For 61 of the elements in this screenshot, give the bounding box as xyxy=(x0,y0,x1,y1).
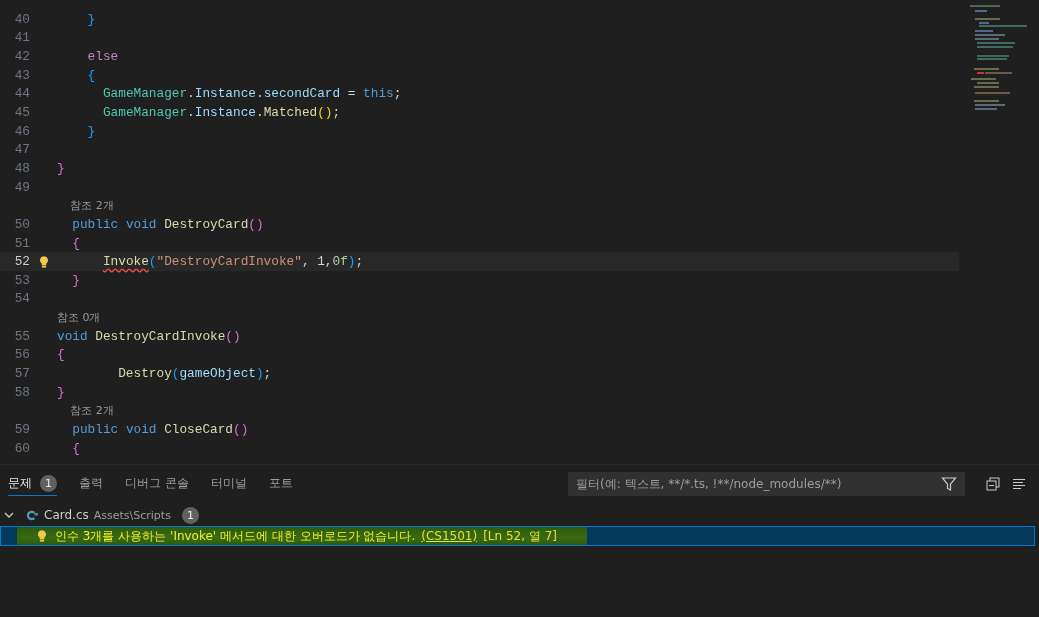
code-line: Destroy(gameObject); xyxy=(117,366,272,381)
panel-tab[interactable]: 터미널 xyxy=(210,472,247,496)
panel-tab[interactable]: 출력 xyxy=(79,472,103,496)
count-badge: 1 xyxy=(40,475,57,492)
references-link[interactable]: 참조 2개 xyxy=(70,198,114,214)
code-line: else xyxy=(86,49,119,65)
csharp-file-icon xyxy=(26,508,39,522)
count-badge: 1 xyxy=(181,506,199,524)
line-number: 55 xyxy=(13,328,30,344)
lightbulb-icon xyxy=(35,529,49,543)
panel-tab[interactable]: 문제 1 xyxy=(8,472,57,496)
file-row[interactable]: Card.cs Assets\Scripts 1 xyxy=(0,505,1039,525)
line-number: 48 xyxy=(13,160,30,176)
list-icon[interactable] xyxy=(1011,476,1027,492)
code-line: } xyxy=(86,11,96,27)
line-number: 54 xyxy=(13,291,30,307)
code-line: { xyxy=(57,347,65,363)
line-number: 58 xyxy=(13,384,30,400)
code-line: public void DestroyCard() xyxy=(71,216,264,232)
filter-field[interactable]: 필터(예: 텍스트, **/*.ts, !**/node_modules/**) xyxy=(568,472,965,496)
code-line: } xyxy=(57,384,65,400)
line-number: 42 xyxy=(13,49,30,65)
code-line: } xyxy=(71,272,80,288)
references-link[interactable]: 참조 0개 xyxy=(57,310,101,326)
code-line: { xyxy=(71,235,80,251)
line-number: 47 xyxy=(13,142,30,158)
line-number: 40 xyxy=(13,11,30,27)
code-line: { xyxy=(86,67,96,83)
line-number: 52 xyxy=(13,254,30,270)
line-number: 60 xyxy=(13,440,30,456)
line-number: 46 xyxy=(13,123,30,139)
code-line: GameManager.Instance.secondCard = this; xyxy=(101,86,402,102)
line-number: 59 xyxy=(13,421,30,437)
line-number: 53 xyxy=(13,272,30,288)
line-number: 43 xyxy=(13,67,30,83)
file-path: Assets\Scripts xyxy=(93,508,171,522)
code-line: } xyxy=(57,160,65,176)
code-line: { xyxy=(71,440,80,456)
collapse-all-icon[interactable] xyxy=(985,476,1001,492)
line-number: 56 xyxy=(13,347,30,363)
code-line: void DestroyCardInvoke() xyxy=(57,328,241,344)
code-line: Invoke("DestroyCardInvoke", 1,0f); xyxy=(101,254,364,270)
error-code-link[interactable]: (CS1501) xyxy=(421,529,478,543)
file-name: Card.cs xyxy=(44,508,89,522)
references-link[interactable]: 참조 2개 xyxy=(70,403,114,419)
line-number: 45 xyxy=(13,105,30,120)
panel-tab[interactable]: 포트 xyxy=(268,472,293,496)
line-number: 57 xyxy=(13,366,30,381)
code-line: GameManager.Instance.Matched(); xyxy=(101,105,341,120)
problem-row[interactable]: 인수 3개를 사용하는 'Invoke' 메서드에 대한 오버로드가 없습니다. (CS1501) [Ln 52, 열 7] xyxy=(0,526,1035,546)
line-number: 50 xyxy=(13,216,30,232)
line-number: 41 xyxy=(13,30,30,46)
problem-location: [Ln 52, 열 7] xyxy=(483,527,557,545)
line-number: 44 xyxy=(13,86,30,102)
filter-icon[interactable] xyxy=(941,476,957,492)
line-number: 49 xyxy=(13,179,30,195)
problem-message: 인수 3개를 사용하는 'Invoke' 메서드에 대한 오버로드가 없습니다. xyxy=(55,527,416,545)
code-line: } xyxy=(86,123,96,139)
code-line: public void CloseCard() xyxy=(71,421,249,437)
line-number: 51 xyxy=(13,235,30,251)
panel-tab[interactable]: 디버그 콘솔 xyxy=(125,472,189,496)
